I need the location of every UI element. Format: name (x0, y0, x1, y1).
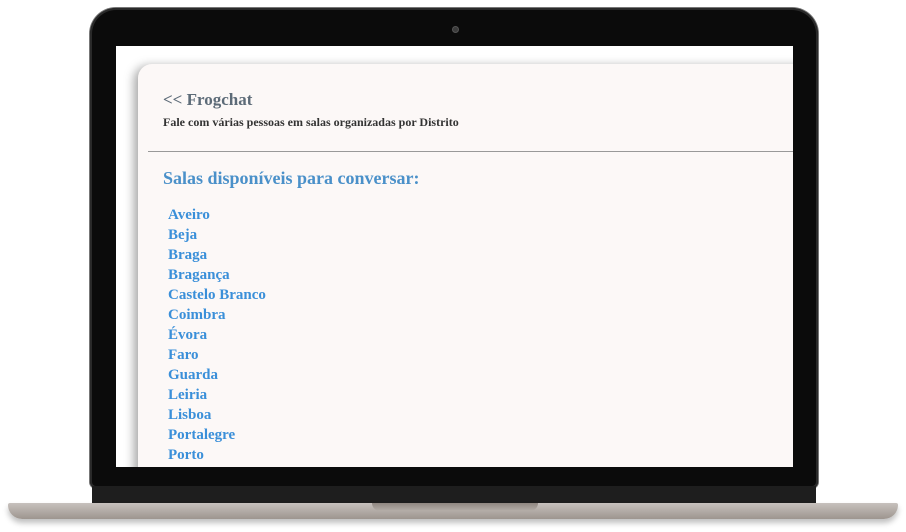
list-item: Porto (168, 445, 266, 465)
list-item: Braga (168, 245, 266, 265)
rooms-heading: Salas disponíveis para conversar: (163, 168, 420, 188)
app-header: << Frogchat Fale com várias pessoas em s… (163, 90, 793, 130)
laptop-notch (372, 503, 538, 511)
room-link-coimbra[interactable]: Coimbra (168, 307, 226, 323)
list-item: Leiria (168, 385, 266, 405)
room-link-leiria[interactable]: Leiria (168, 387, 207, 403)
camera-icon (452, 26, 459, 33)
back-home-link[interactable]: << Frogchat (163, 90, 252, 110)
room-link-evora[interactable]: Évora (168, 327, 207, 343)
list-item: Portalegre (168, 425, 266, 445)
laptop-hinge (92, 486, 816, 504)
list-item: Beja (168, 225, 266, 245)
list-item: Lisboa (168, 405, 266, 425)
room-link-braganca[interactable]: Bragança (168, 267, 230, 283)
list-item: Bragança (168, 265, 266, 285)
room-list: Aveiro Beja Braga Bragança Castelo Branc… (168, 205, 266, 465)
list-item: Castelo Branco (168, 285, 266, 305)
list-item: Guarda (168, 365, 266, 385)
list-item: Aveiro (168, 205, 266, 225)
room-link-braga[interactable]: Braga (168, 247, 207, 263)
list-item: Faro (168, 345, 266, 365)
room-link-guarda[interactable]: Guarda (168, 367, 218, 383)
app-panel: << Frogchat Fale com várias pessoas em s… (138, 64, 793, 467)
laptop-screen: << Frogchat Fale com várias pessoas em s… (116, 46, 793, 467)
app-subtitle: Fale com várias pessoas em salas organiz… (163, 115, 459, 129)
list-item: Évora (168, 325, 266, 345)
room-link-portalegre[interactable]: Portalegre (168, 427, 235, 443)
header-divider (148, 151, 793, 152)
room-link-porto[interactable]: Porto (168, 447, 204, 463)
room-link-beja[interactable]: Beja (168, 227, 197, 243)
list-item: Coimbra (168, 305, 266, 325)
room-link-faro[interactable]: Faro (168, 347, 199, 363)
room-link-lisboa[interactable]: Lisboa (168, 407, 211, 423)
room-link-aveiro[interactable]: Aveiro (168, 207, 210, 223)
room-link-castelo-branco[interactable]: Castelo Branco (168, 287, 266, 303)
